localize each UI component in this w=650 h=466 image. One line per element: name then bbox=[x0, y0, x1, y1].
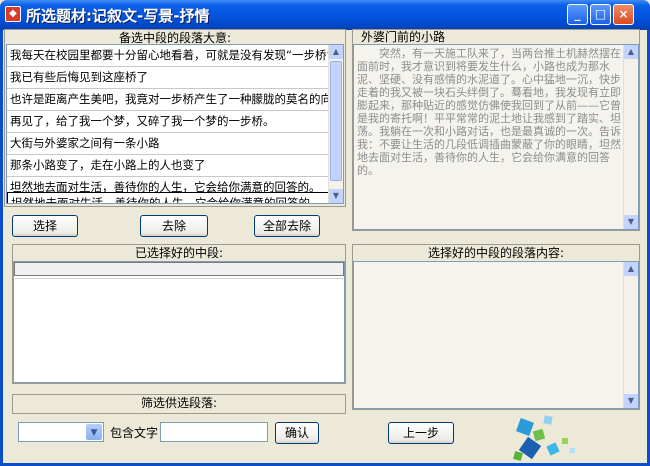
contains-text-label: 包含文字 bbox=[110, 426, 159, 440]
chevron-down-icon[interactable]: ▼ bbox=[86, 424, 102, 440]
app-icon: ◆ bbox=[5, 6, 21, 22]
list-item[interactable] bbox=[14, 262, 344, 276]
window-title: 所选题材:记叙文-写景-抒情 bbox=[26, 7, 210, 25]
scroll-down-arrow-icon[interactable]: ▼ bbox=[624, 394, 638, 408]
selected-content-heading: 选择好的中段的段落内容: bbox=[427, 246, 565, 260]
selected-content-group: 选择好的中段的段落内容: ▲ ▼ bbox=[352, 244, 640, 410]
selected-paragraphs-group: 已选择好的中段: bbox=[12, 244, 346, 384]
preview-heading: 外婆门前的小路 bbox=[361, 30, 446, 44]
scroll-up-arrow-icon[interactable]: ▲ bbox=[624, 262, 638, 276]
filter-heading: 筛选供选段落: bbox=[140, 396, 218, 410]
selected-paragraphs-list[interactable] bbox=[13, 261, 345, 383]
select-button[interactable]: 选择 bbox=[12, 215, 78, 237]
candidate-paragraphs-list[interactable]: 我每天在校园里都要十分留心地看着，可就是没有发现“一步桥” 我已有些后悔见到这座… bbox=[6, 44, 344, 204]
list-item[interactable]: 我已有些后悔见到这座桥了 bbox=[7, 67, 343, 89]
selected-content-scrollbar[interactable]: ▲ ▼ bbox=[623, 262, 638, 408]
candidate-list-scrollbar[interactable]: ▲ ▼ bbox=[328, 45, 343, 203]
scroll-down-arrow-icon[interactable]: ▼ bbox=[624, 215, 638, 229]
list-item[interactable]: 再见了，给了我一个梦，又碎了我一个梦的一步桥。 bbox=[7, 111, 343, 133]
paragraph-preview-text[interactable]: 突然，有一天施工队来了，当两台推土机赫然摆在面前时，我才意识到将要发生什么，小路… bbox=[353, 44, 639, 230]
filter-combo[interactable]: ▼ bbox=[18, 422, 104, 442]
list-item[interactable]: 也许是距离产生美吧，我竟对一步桥产生了一种朦胧的莫名的向往 bbox=[7, 89, 343, 111]
list-item[interactable]: 我每天在校园里都要十分留心地看着，可就是没有发现“一步桥” bbox=[7, 45, 343, 67]
list-divider bbox=[15, 278, 343, 279]
remove-button[interactable]: 去除 bbox=[140, 215, 208, 237]
remove-all-button[interactable]: 全部去除 bbox=[254, 215, 320, 237]
selected-paragraphs-heading: 已选择好的中段: bbox=[134, 246, 224, 260]
prev-step-button[interactable]: 上一步 bbox=[388, 422, 454, 444]
maximize-button[interactable]: □ bbox=[590, 4, 611, 25]
scroll-down-arrow-icon[interactable]: ▼ bbox=[329, 189, 343, 203]
filter-group: 筛选供选段落: bbox=[12, 394, 346, 414]
decorative-logo-icon bbox=[513, 415, 575, 461]
confirm-button[interactable]: 确认 bbox=[275, 422, 319, 444]
title-bar: ◆ 所选题材:记叙文-写景-抒情 _ □ × bbox=[0, 0, 650, 30]
paragraph-preview-group: 外婆门前的小路 突然，有一天施工队来了，当两台推土机赫然摆在面前时，我才意识到将… bbox=[352, 29, 640, 231]
scroll-up-arrow-icon[interactable]: ▲ bbox=[329, 45, 343, 59]
scroll-up-arrow-icon[interactable]: ▲ bbox=[624, 45, 638, 59]
minimize-button[interactable]: _ bbox=[567, 4, 588, 25]
filter-text-field[interactable] bbox=[160, 422, 268, 442]
list-item-selected[interactable]: 坦然地去面对生活，善待你的人生，它会给你满意的回答的。 bbox=[7, 192, 329, 203]
list-item[interactable]: 大街与外婆家之间有一条小路 bbox=[7, 133, 343, 155]
preview-content: 突然，有一天施工队来了，当两台推土机赫然摆在面前时，我才意识到将要发生什么，小路… bbox=[357, 47, 621, 177]
preview-scrollbar[interactable]: ▲ ▼ bbox=[623, 45, 638, 229]
close-button[interactable]: × bbox=[613, 4, 634, 25]
scroll-thumb[interactable] bbox=[330, 61, 342, 181]
list-item[interactable]: 那条小路变了，走在小路上的人也变了 bbox=[7, 155, 343, 177]
selected-content-text[interactable]: ▲ ▼ bbox=[353, 261, 639, 409]
candidate-paragraphs-group: 备选中段的段落大意: 我每天在校园里都要十分留心地看着，可就是没有发现“一步桥”… bbox=[4, 29, 346, 207]
